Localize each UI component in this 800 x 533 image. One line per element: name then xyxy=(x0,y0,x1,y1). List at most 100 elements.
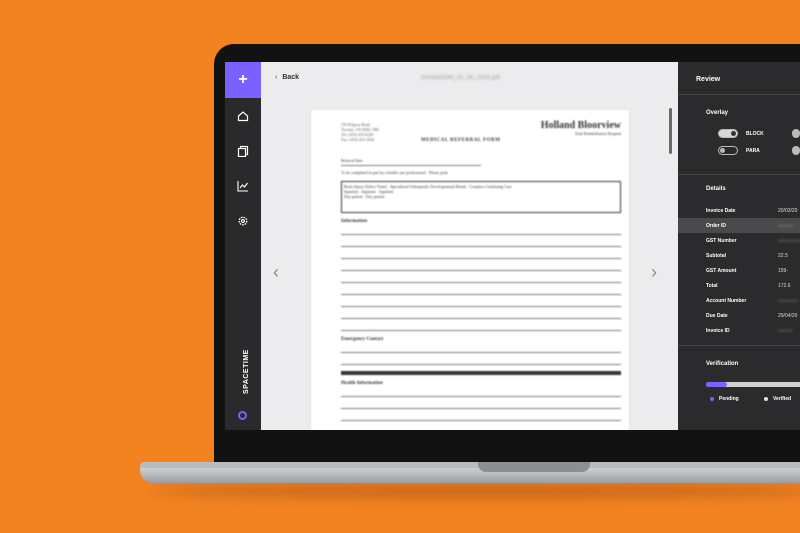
legend-label: Pending xyxy=(719,396,739,402)
add-button[interactable]: + xyxy=(225,62,261,98)
legend-pending: Pending xyxy=(710,396,739,402)
next-page-icon[interactable]: › xyxy=(651,262,657,283)
divider xyxy=(678,174,800,175)
para-toggle[interactable] xyxy=(718,146,738,155)
form-line xyxy=(341,413,621,421)
block-toggle-row[interactable]: BLOCK xyxy=(718,129,764,138)
scrollbar[interactable] xyxy=(669,108,672,154)
brand-name: SPACETIME xyxy=(243,349,250,394)
detail-value: ———— xyxy=(778,297,798,304)
chart-icon[interactable] xyxy=(225,168,261,203)
toggle-partial[interactable] xyxy=(792,129,800,138)
form-line xyxy=(341,311,621,319)
doc-logo: Holland Bloorview Kids Rehabilitation Ho… xyxy=(541,120,621,136)
divider xyxy=(678,345,800,346)
brand-logo: SPACETIME xyxy=(235,330,251,400)
form-instructions: To be completed in part by a health care… xyxy=(341,170,448,175)
form-line xyxy=(341,401,621,409)
form-line xyxy=(341,299,621,307)
detail-row: Subtotal 22.5 xyxy=(706,248,800,263)
details-label: Details xyxy=(706,186,726,192)
option-label: Day patient xyxy=(344,194,363,199)
legend-label: Verified xyxy=(773,396,792,402)
document-page: 150 Kilgour Road Toronto, ON M4G 1R8 Tel: … xyxy=(311,110,629,430)
form-line xyxy=(341,227,621,235)
chevron-left-icon: ‹ xyxy=(275,74,278,81)
form-line xyxy=(341,287,621,295)
laptop-base-lip xyxy=(140,462,800,468)
doc-logo-text: Holland Bloorview xyxy=(540,120,621,131)
option-label: Specialized Orthopaedic Developmental Re… xyxy=(390,184,467,189)
pending-dot-icon xyxy=(710,397,714,401)
form-line xyxy=(341,323,621,331)
verification-progress xyxy=(706,382,800,387)
file-name: Invoice0046_01_05_2016.pdf xyxy=(421,75,501,81)
option-label: Complex Continuing Care xyxy=(469,184,512,189)
detail-value: ——— xyxy=(778,222,793,229)
toggle-partial[interactable] xyxy=(792,146,800,155)
form-line xyxy=(341,345,621,353)
detail-row: GST Number ————— xyxy=(706,233,800,248)
detail-key: GST Amount xyxy=(706,267,737,274)
program-box: Brain Injury (Select Team) · Specialized… xyxy=(341,181,621,213)
back-button[interactable]: ‹ Back xyxy=(275,74,299,81)
detail-key: Invoice ID xyxy=(706,327,730,334)
form-line: Referral Date xyxy=(341,158,481,166)
divider xyxy=(341,371,621,375)
section-health: Health Information xyxy=(341,381,383,386)
option-label: Day patient xyxy=(365,194,385,199)
detail-row: Invoice Date 20/03/20 xyxy=(706,203,800,218)
laptop-shadow xyxy=(150,484,800,498)
document-viewer: ‹ Back Invoice0046_01_05_2016.pdf ‹ › 15… xyxy=(261,62,678,430)
detail-row-selected[interactable]: Order ID ——— xyxy=(678,218,800,233)
form-line xyxy=(341,263,621,271)
detail-value: 22.5 xyxy=(778,252,788,259)
detail-row: Total 172.6 xyxy=(706,278,800,293)
section-emergency: Emergency Contact xyxy=(341,337,384,342)
doc-logo-sub: Kids Rehabilitation Hospital xyxy=(575,131,621,136)
review-panel: Review Overlay BLOCK PARA Details Invoic… xyxy=(678,62,800,430)
detail-row: GST Amount 159- xyxy=(706,263,800,278)
review-title: Review xyxy=(696,76,721,83)
detail-key: Due Date xyxy=(706,312,728,319)
detail-row: Account Number ———— xyxy=(706,293,800,308)
form-body: Referral Date To be completed in part by… xyxy=(341,158,621,425)
detail-value: 20/03/20 xyxy=(778,207,798,214)
detail-key: Subtotal xyxy=(706,252,726,259)
divider xyxy=(678,94,800,95)
gear-icon[interactable] xyxy=(225,203,261,238)
detail-value: 29/04/20 xyxy=(778,312,798,319)
detail-row: Invoice ID ——— xyxy=(706,323,800,338)
section-information: Information xyxy=(341,219,368,224)
copy-icon[interactable] xyxy=(225,133,261,168)
form-title: MEDICAL REFERRAL FORM xyxy=(421,138,501,143)
form-line xyxy=(341,357,621,365)
prev-page-icon[interactable]: ‹ xyxy=(273,262,279,283)
form-line xyxy=(341,389,621,397)
verified-dot-icon xyxy=(764,397,768,401)
detail-key: Account Number xyxy=(706,297,747,304)
brand-dot-icon xyxy=(238,411,247,420)
detail-value: 172.6 xyxy=(778,282,791,289)
para-toggle-row[interactable]: PARA xyxy=(718,146,760,155)
app-screen: + SPACETIME ‹ Back Invoice0046_01_05_201… xyxy=(225,62,800,430)
block-toggle[interactable] xyxy=(718,129,738,138)
laptop-notch xyxy=(478,462,590,472)
para-label: PARA xyxy=(746,147,760,154)
detail-key: Total xyxy=(706,282,718,289)
detail-row: Due Date 29/04/20 xyxy=(706,308,800,323)
detail-key: Order ID xyxy=(706,222,727,229)
detail-key: Invoice Date xyxy=(706,207,736,214)
home-icon[interactable] xyxy=(225,98,261,133)
detail-value: ——— xyxy=(778,327,793,334)
back-label: Back xyxy=(282,74,300,81)
form-line xyxy=(341,239,621,247)
progress-fill xyxy=(706,382,728,387)
block-label: BLOCK xyxy=(746,130,764,137)
legend-verified: Verified xyxy=(764,396,791,402)
sidebar: + SPACETIME xyxy=(225,62,261,430)
form-line xyxy=(341,251,621,259)
doc-address: 150 Kilgour Road Toronto, ON M4G 1R8 Tel: … xyxy=(341,122,379,142)
detail-value: 159- xyxy=(778,267,789,274)
form-line xyxy=(341,275,621,283)
